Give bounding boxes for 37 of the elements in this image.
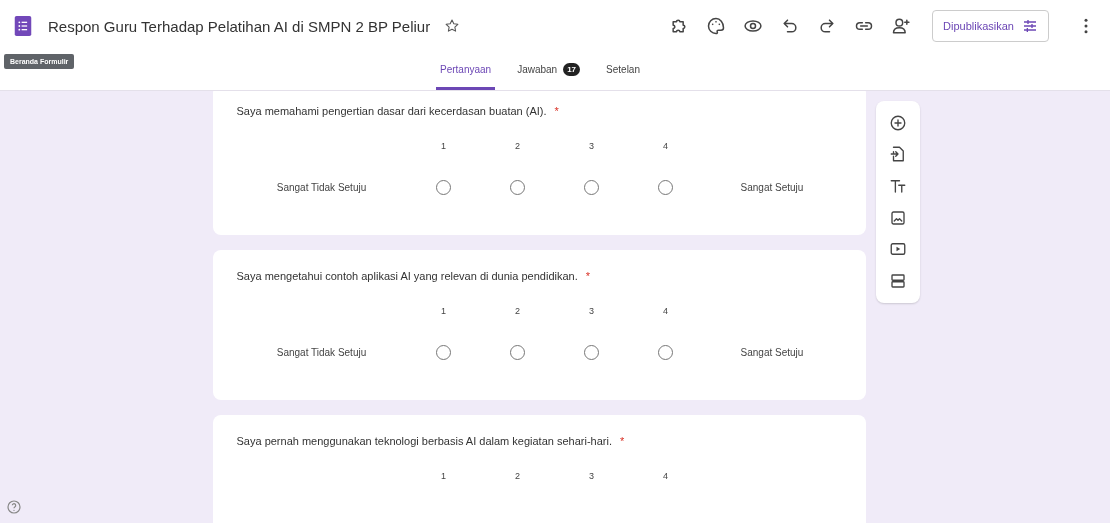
scale-number: 1 <box>441 141 446 151</box>
scale-number: 4 <box>663 306 668 316</box>
question-text: Saya mengetahui contoh aplikasi AI yang relevan di dunia pendidikan. <box>236 270 578 282</box>
palette-icon[interactable] <box>706 16 727 36</box>
help-icon[interactable] <box>6 499 22 515</box>
image-icon[interactable] <box>888 208 907 227</box>
scale-number: 1 <box>441 306 446 316</box>
required-mark: * <box>619 435 625 447</box>
import-icon[interactable] <box>888 145 907 164</box>
scale-number: 1 <box>441 471 446 481</box>
add-person-icon[interactable] <box>891 16 912 36</box>
required-mark: * <box>585 270 591 282</box>
question-text: Saya pernah menggunakan teknologi berbasis AI dalam kegiatan sehari-hari. <box>236 435 612 447</box>
scale-number: 3 <box>589 141 594 151</box>
section-icon[interactable] <box>888 272 907 291</box>
count-badge: 17 <box>563 63 581 76</box>
scale-number: 4 <box>663 141 668 151</box>
scale-number: 3 <box>589 471 594 481</box>
scale-label: Sangat Tidak Setuju <box>276 181 367 193</box>
scale-label: Sangat Tidak Setuju <box>276 346 367 358</box>
star-icon[interactable] <box>444 18 461 34</box>
form-title[interactable]: Respon Guru Terhadap Pelatihan AI di SMPN 2 BP Peliur <box>48 17 431 35</box>
publish-button[interactable]: Dipublikasikan <box>932 10 1049 42</box>
scale-number: 3 <box>589 306 594 316</box>
tab[interactable]: Setelan <box>602 52 644 90</box>
sliders-icon <box>1022 18 1038 34</box>
scale-number: 2 <box>515 306 520 316</box>
text-size-icon[interactable] <box>888 177 907 196</box>
scale-label: Sangat Setuju <box>740 346 804 358</box>
scale-number: 2 <box>515 471 520 481</box>
scale-number: 2 <box>515 141 520 151</box>
tab[interactable]: Jawaban 17 <box>513 52 585 90</box>
add-circle-icon[interactable] <box>888 113 907 132</box>
question-text: Saya memahami pengertian dasar dari kecerdasan buatan (AI). <box>236 105 547 117</box>
required-mark: * <box>554 105 559 117</box>
scale-number: 4 <box>663 471 668 481</box>
scale-label: Sangat Setuju <box>740 181 804 193</box>
